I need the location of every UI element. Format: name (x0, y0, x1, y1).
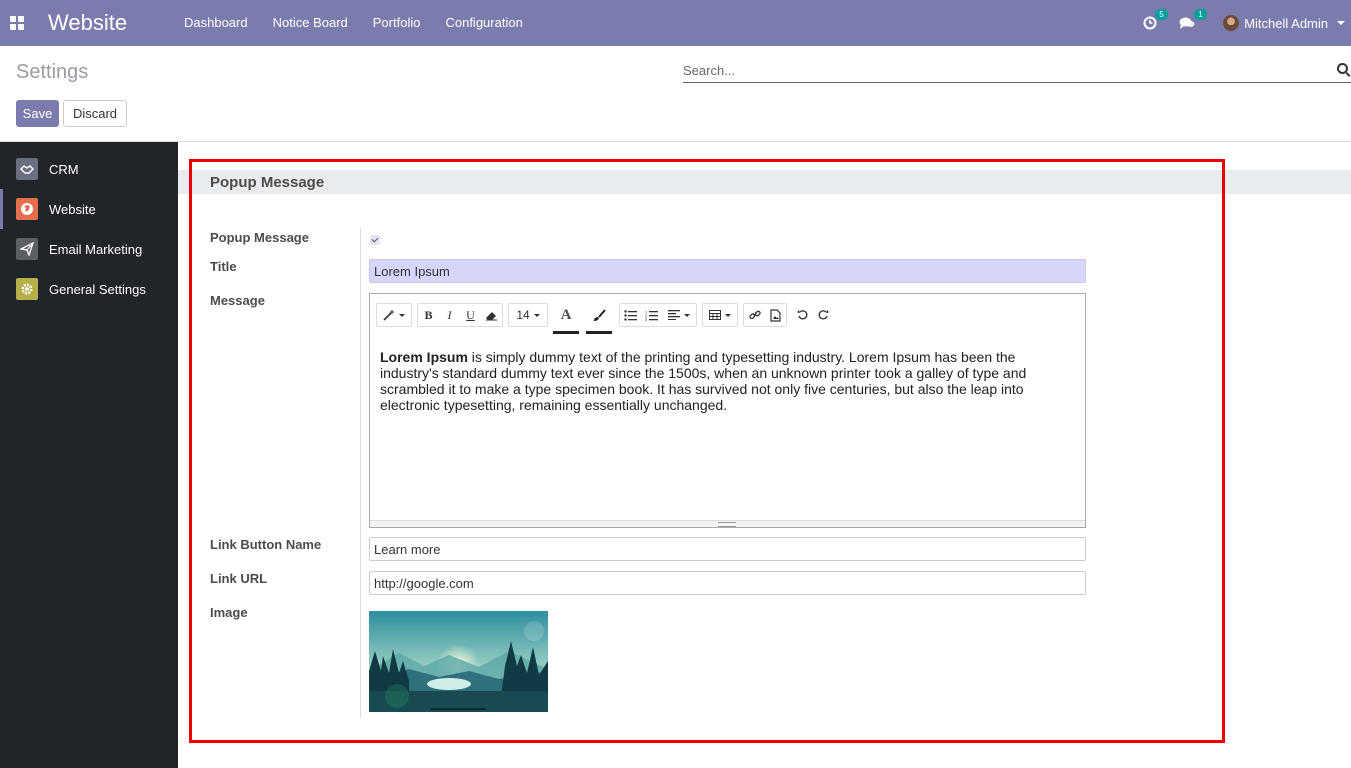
align-left-icon (668, 310, 680, 320)
link-button-name-field[interactable] (369, 537, 1086, 561)
font-group: B I U (417, 303, 503, 327)
popup-image[interactable] (369, 611, 548, 712)
file-image-icon (770, 308, 781, 322)
list-ul-icon (624, 309, 637, 321)
link-url-label: Link URL (210, 571, 268, 586)
image-label: Image (210, 605, 248, 620)
underline-button[interactable]: U (460, 304, 481, 326)
landscape-image (369, 611, 548, 712)
magic-wand-icon (383, 309, 395, 321)
list-ol-icon: 123 (645, 310, 658, 321)
activity-badge: 5 (1155, 9, 1168, 20)
media-button[interactable] (765, 304, 786, 326)
eraser-button[interactable] (481, 304, 502, 326)
undo-icon (797, 309, 808, 319)
systray: 5 1 Mitchell Admin (1143, 0, 1351, 46)
redo-button[interactable] (813, 303, 834, 325)
editor-resize-handle[interactable] (370, 520, 1085, 527)
gear-icon (16, 278, 38, 300)
message-bold-text: Lorem Ipsum (380, 349, 468, 365)
history-group (792, 303, 834, 327)
divider (360, 228, 361, 718)
font-color-icon: A (560, 307, 572, 323)
menu-configuration[interactable]: Configuration (445, 15, 522, 30)
chat-icon (1179, 17, 1195, 29)
messaging-menu[interactable]: 1 (1179, 9, 1207, 30)
popup-message-label: Popup Message (210, 230, 309, 245)
clock-icon (1143, 16, 1157, 30)
message-text: is simply dummy text of the printing and… (380, 349, 1027, 413)
top-navbar: Website Dashboard Notice Board Portfolio… (0, 0, 1351, 46)
user-menu[interactable]: Mitchell Admin (1223, 15, 1345, 31)
menu-notice-board[interactable]: Notice Board (273, 15, 348, 30)
sidebar-item-label: CRM (49, 161, 79, 177)
settings-sidebar: CRM Website Email Marketing General Sett… (0, 142, 178, 768)
style-group (376, 303, 412, 327)
font-size-group: 14 (508, 303, 548, 327)
sidebar-item-label: General Settings (49, 281, 146, 297)
message-editor: B I U 14 A 1 2 3 Lorem Ipsum is simply d… (369, 293, 1086, 528)
sidebar-item-website[interactable]: Website (0, 189, 178, 229)
menu-dashboard[interactable]: Dashboard (184, 15, 248, 30)
table-group (702, 303, 738, 327)
settings-content: Popup Message Popup Message Title Messag… (178, 142, 1351, 768)
globe-icon (16, 198, 38, 220)
text-color-button[interactable]: A (553, 300, 579, 334)
search-input[interactable] (683, 59, 1323, 81)
popup-message-checkbox[interactable] (370, 235, 380, 245)
font-size-value: 14 (516, 308, 530, 322)
control-panel: Settings Save Discard (0, 46, 1351, 142)
font-size-dropdown[interactable]: 14 (509, 304, 547, 326)
redo-icon (818, 309, 829, 319)
chevron-down-icon (1337, 21, 1345, 25)
paragraph-group: 123 (619, 303, 697, 327)
apps-menu-icon[interactable] (10, 16, 24, 30)
discard-button[interactable]: Discard (63, 100, 127, 127)
background-color-button[interactable] (586, 300, 612, 334)
activity-menu[interactable]: 5 (1143, 9, 1168, 30)
sidebar-item-general-settings[interactable]: General Settings (0, 269, 178, 309)
sidebar-item-crm[interactable]: CRM (0, 149, 178, 189)
app-title: Website (48, 10, 128, 35)
page-title: Settings (16, 61, 89, 83)
sidebar-item-label: Email Marketing (49, 241, 143, 257)
eraser-icon (486, 311, 497, 320)
editor-toolbar: B I U 14 A 1 2 3 (376, 302, 839, 334)
search-icon[interactable] (1337, 63, 1348, 74)
style-button[interactable] (377, 304, 411, 326)
message-label: Message (210, 293, 265, 308)
link-icon (748, 310, 761, 320)
link-button[interactable] (744, 304, 765, 326)
title-label: Title (210, 259, 237, 274)
bullet-list-button[interactable] (620, 304, 641, 326)
link-button-name-label: Link Button Name (210, 537, 322, 552)
italic-button[interactable]: I (439, 304, 460, 326)
main-menu: Dashboard Notice Board Portfolio Configu… (184, 15, 548, 30)
insert-group (743, 303, 787, 327)
numbered-list-button[interactable]: 123 (641, 304, 662, 326)
svg-text:3: 3 (645, 317, 648, 321)
title-field[interactable] (369, 259, 1086, 283)
undo-button[interactable] (792, 303, 813, 325)
paper-plane-icon (16, 238, 38, 260)
save-button[interactable]: Save (16, 100, 59, 127)
align-dropdown[interactable] (662, 304, 696, 326)
avatar (1223, 15, 1240, 31)
paintbrush-icon (593, 309, 606, 321)
table-dropdown[interactable] (703, 304, 737, 326)
search-bar (683, 59, 1351, 83)
bold-button[interactable]: B (418, 304, 439, 326)
menu-portfolio[interactable]: Portfolio (373, 15, 421, 30)
handshake-icon (16, 158, 38, 180)
table-icon (709, 310, 721, 320)
link-url-field[interactable] (369, 571, 1086, 595)
user-name: Mitchell Admin (1244, 15, 1328, 31)
sidebar-item-label: Website (49, 201, 96, 217)
sidebar-item-email-marketing[interactable]: Email Marketing (0, 229, 178, 269)
message-content[interactable]: Lorem Ipsum is simply dummy text of the … (380, 349, 1040, 413)
message-badge: 1 (1194, 9, 1207, 20)
